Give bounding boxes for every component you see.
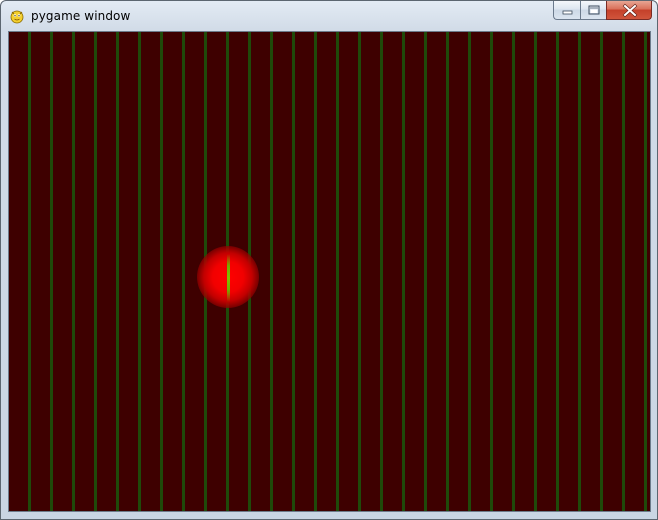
- window-title: pygame window: [31, 9, 131, 23]
- window-controls: [553, 1, 652, 21]
- close-button[interactable]: [606, 1, 652, 20]
- maximize-icon: [588, 5, 600, 15]
- maximize-button[interactable]: [580, 1, 606, 20]
- minimize-button[interactable]: [553, 1, 580, 20]
- vertical-green-stripes: [9, 32, 650, 511]
- pygame-window: pygame window: [0, 0, 658, 520]
- pygame-snake-icon: [10, 10, 24, 24]
- close-icon: [622, 3, 638, 18]
- minimize-icon: [562, 10, 573, 15]
- title-bar[interactable]: pygame window: [1, 1, 657, 31]
- game-canvas[interactable]: [8, 31, 651, 512]
- orb-highlight-line: [227, 254, 230, 302]
